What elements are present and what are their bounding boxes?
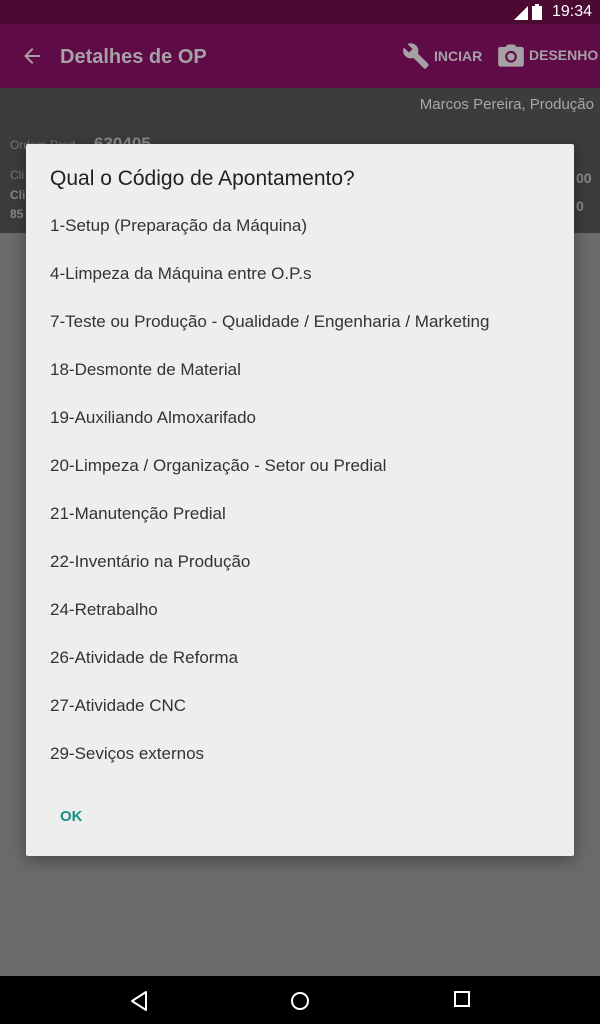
list-item[interactable]: 18-Desmonte de Material xyxy=(26,346,574,394)
list-item[interactable]: 22-Inventário na Produção xyxy=(26,538,574,586)
status-bar: 19:34 xyxy=(0,0,600,24)
list-item[interactable]: 29-Seviços externos xyxy=(26,730,574,778)
system-nav-bar xyxy=(0,976,600,1024)
list-item[interactable]: 4-Limpeza da Máquina entre O.P.s xyxy=(26,250,574,298)
user-label: Marcos Pereira, Produção xyxy=(419,96,594,113)
drawing-button-label: DESENHO xyxy=(529,47,599,63)
drawing-button[interactable]: DESENHO xyxy=(497,42,598,68)
client-value: Cli xyxy=(10,188,26,202)
list-item[interactable]: 24-Retrabalho xyxy=(26,586,574,634)
app-bar: Detalhes de OP INCIAR DESENHO xyxy=(0,24,600,88)
right-value-top: 00 xyxy=(576,170,592,186)
appointment-code-dialog: Qual o Código de Apontamento? 1-Setup (P… xyxy=(26,144,574,856)
start-button[interactable]: INCIAR xyxy=(402,42,482,70)
list-item[interactable]: 27-Atividade CNC xyxy=(26,682,574,730)
signal-icon xyxy=(514,6,528,20)
list-item[interactable]: 20-Limpeza / Organização - Setor ou Pred… xyxy=(26,442,574,490)
list-item[interactable]: 26-Atividade de Reforma xyxy=(26,634,574,682)
page-title: Detalhes de OP xyxy=(60,46,207,68)
list-item[interactable]: 1-Setup (Preparação da Máquina) xyxy=(26,202,574,250)
camera-icon xyxy=(498,44,524,67)
nav-home-icon[interactable] xyxy=(289,990,311,1012)
dialog-title: Qual o Código de Apontamento? xyxy=(50,167,355,190)
battery-icon xyxy=(532,4,542,20)
right-value-bottom: 0 xyxy=(576,198,584,214)
list-item[interactable]: 7-Teste ou Produção - Qualidade / Engenh… xyxy=(26,298,574,346)
option-list: 1-Setup (Preparação da Máquina) 4-Limpez… xyxy=(26,202,574,778)
status-time: 19:34 xyxy=(551,3,592,20)
back-arrow-icon[interactable] xyxy=(20,44,44,68)
nav-back-icon[interactable] xyxy=(128,990,150,1012)
list-item[interactable]: 19-Auxiliando Almoxarifado xyxy=(26,394,574,442)
nav-recent-icon[interactable] xyxy=(453,990,471,1008)
number-value: 85 xyxy=(10,207,24,221)
list-item[interactable]: 21-Manutenção Predial xyxy=(26,490,574,538)
start-button-label: INCIAR xyxy=(434,48,483,64)
ok-button[interactable]: OK xyxy=(48,804,95,829)
wrench-icon xyxy=(403,43,429,69)
client-label: Cli xyxy=(10,168,24,182)
